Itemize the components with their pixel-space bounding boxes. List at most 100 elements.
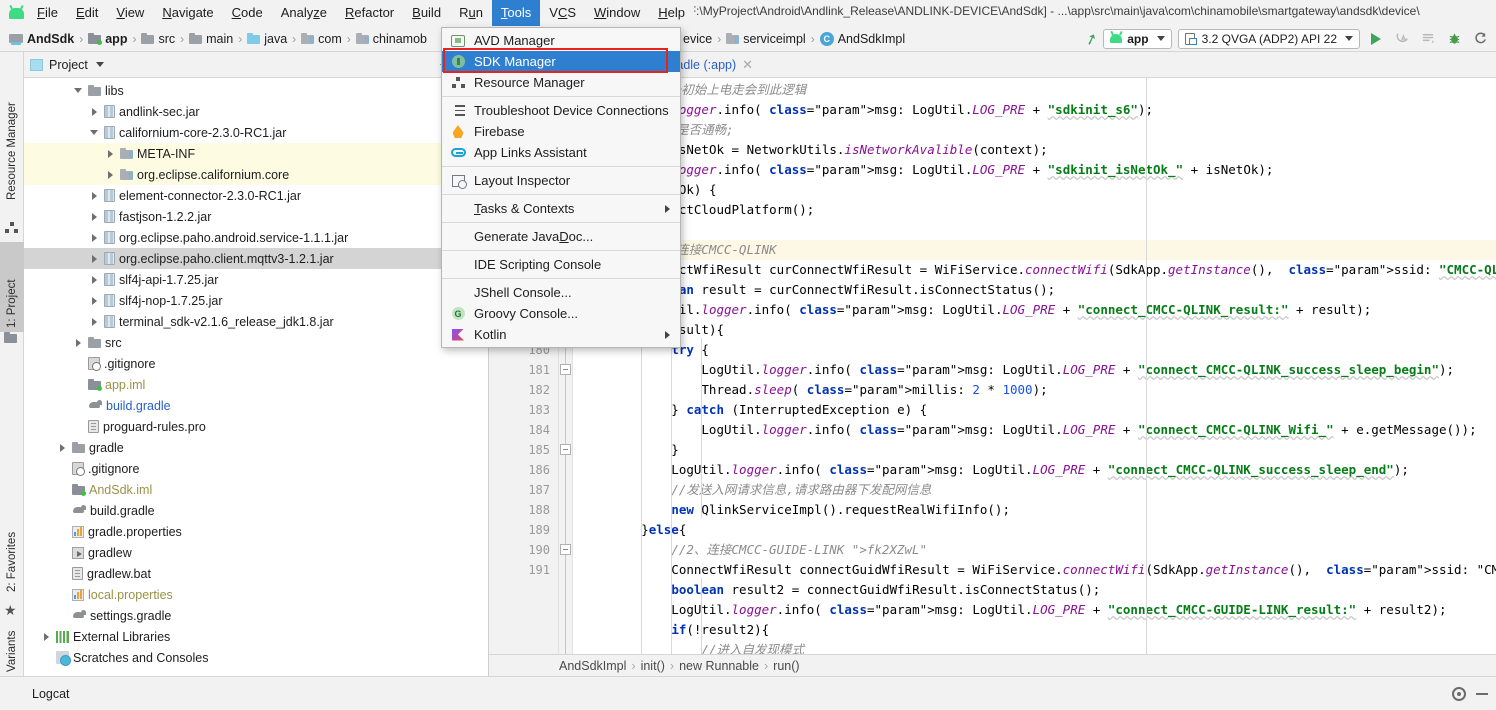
- tree-twisty[interactable]: [88, 106, 100, 118]
- debug-button[interactable]: [1444, 29, 1464, 49]
- breadcrumb-chinamobile[interactable]: chinamob: [353, 32, 430, 46]
- breadcrumb-item-run[interactable]: run(): [773, 659, 799, 673]
- tree-node-gradlew[interactable]: gradlew: [24, 542, 488, 563]
- breadcrumb-andsdkimpl[interactable]: C AndSdkImpl: [817, 31, 908, 46]
- menu-file[interactable]: FFileile: [28, 0, 67, 26]
- breadcrumb-main[interactable]: main: [186, 32, 236, 46]
- tree-node-org-eclipse-paho-client-mqttv3-1-2-1-jar[interactable]: org.eclipse.paho.client.mqttv3-1.2.1.jar: [24, 248, 488, 269]
- minimize-icon[interactable]: [1476, 692, 1488, 695]
- menu-item-kotlin[interactable]: Kotlin: [442, 324, 680, 345]
- menu-refactor[interactable]: Refactor: [336, 0, 403, 26]
- tree-twisty[interactable]: [72, 85, 84, 97]
- menu-item-sdk-manager[interactable]: SDK Manager: [442, 51, 680, 72]
- tree-node-gitignore[interactable]: .gitignore: [24, 353, 488, 374]
- menu-item-resource-manager[interactable]: Resource Manager: [442, 72, 680, 93]
- tree-node-src[interactable]: src: [24, 332, 488, 353]
- tree-twisty[interactable]: [88, 295, 100, 307]
- tree-node-proguard-rules-pro[interactable]: proguard-rules.pro: [24, 416, 488, 437]
- menu-item-app-links-assistant[interactable]: App Links Assistant: [442, 142, 680, 163]
- tree-node-slf4j-nop-1-7-25-jar[interactable]: slf4j-nop-1.7.25.jar: [24, 290, 488, 311]
- menu-item-generate-javadoc[interactable]: Generate JavaDoc...: [442, 226, 680, 247]
- tree-node-gitignore[interactable]: .gitignore: [24, 458, 488, 479]
- menu-item-tasks-contexts[interactable]: Tasks & Contexts: [442, 198, 680, 219]
- tree-node-org-eclipse-californium-core[interactable]: org.eclipse.californium.core: [24, 164, 488, 185]
- tree-twisty[interactable]: [104, 148, 116, 160]
- breadcrumb-com[interactable]: com: [298, 32, 345, 46]
- tree-node-element-connector-2-3-0-rc1-jar[interactable]: element-connector-2.3.0-RC1.jar: [24, 185, 488, 206]
- tree-twisty[interactable]: [40, 631, 52, 643]
- tree-twisty[interactable]: [88, 211, 100, 223]
- tree-node-gradlew-bat[interactable]: gradlew.bat: [24, 563, 488, 584]
- menu-analyze[interactable]: Analyze: [272, 0, 336, 26]
- breadcrumb-device[interactable]: evice: [680, 32, 715, 46]
- tools-menu-popup[interactable]: AVD Manager SDK Manager Resource Manager Tr…: [441, 27, 681, 348]
- source-code[interactable]: } else {//设备初始上电走会到此逻辑 LogUtil.logger.in…: [573, 78, 1496, 676]
- fold-marker[interactable]: [560, 544, 571, 555]
- breadcrumb-andsdk[interactable]: AndSdk: [6, 32, 77, 46]
- attach-debugger-button[interactable]: [1392, 29, 1412, 49]
- menu-view[interactable]: View: [107, 0, 153, 26]
- tree-node-settings-gradle[interactable]: settings.gradle: [24, 605, 488, 626]
- tree-twisty[interactable]: [88, 253, 100, 265]
- chevron-down-icon[interactable]: [95, 62, 104, 67]
- breadcrumb-item-init[interactable]: init(): [641, 659, 665, 673]
- breadcrumb-app[interactable]: app: [85, 32, 130, 46]
- tree-node-gradle-properties[interactable]: gradle.properties: [24, 521, 488, 542]
- menu-edit[interactable]: Edit: [67, 0, 107, 26]
- project-tree[interactable]: libs andlink-sec.jar californium-core-2.3.…: [24, 78, 488, 676]
- breadcrumb-item-class[interactable]: AndSdkImpl: [559, 659, 626, 673]
- device-selector[interactable]: 3.2 QVGA (ADP2) API 22: [1177, 28, 1360, 49]
- tree-twisty[interactable]: [88, 127, 100, 139]
- run-configuration-selector[interactable]: app: [1103, 28, 1172, 49]
- tool-tab-variants[interactable]: Variants: [0, 621, 24, 676]
- tree-node-build-gradle[interactable]: build.gradle: [24, 500, 488, 521]
- logcat-button[interactable]: [1418, 29, 1438, 49]
- menu-navigate[interactable]: Navigate: [153, 0, 222, 26]
- tool-tab-favorites[interactable]: 2: Favorites: [0, 501, 24, 596]
- tree-node-org-eclipse-paho-android-service-1-1-1-jar[interactable]: org.eclipse.paho.android.service-1.1.1.j…: [24, 227, 488, 248]
- menu-vcs[interactable]: VCS: [540, 0, 585, 26]
- breadcrumb-src[interactable]: src: [138, 32, 178, 46]
- logcat-tool-button[interactable]: Logcat: [32, 687, 70, 701]
- tree-node-fastjson-1-2-2-jar[interactable]: fastjson-1.2.2.jar: [24, 206, 488, 227]
- menu-window[interactable]: Window: [585, 0, 649, 26]
- close-icon[interactable]: ✕: [742, 57, 753, 73]
- fold-marker[interactable]: [560, 364, 571, 375]
- tree-node-meta-inf[interactable]: META-INF: [24, 143, 488, 164]
- menu-item-jshell-console[interactable]: JShell Console...: [442, 282, 680, 303]
- breadcrumb-item-runnable[interactable]: new Runnable: [679, 659, 759, 673]
- rerun-button[interactable]: [1470, 29, 1490, 49]
- menu-item-avd-manager[interactable]: AVD Manager: [442, 30, 680, 51]
- tree-twisty[interactable]: [88, 316, 100, 328]
- tree-twisty[interactable]: [88, 190, 100, 202]
- tree-node-app-iml[interactable]: app.iml: [24, 374, 488, 395]
- menu-item-troubleshoot-device-connections[interactable]: Troubleshoot Device Connections: [442, 100, 680, 121]
- breadcrumb-java[interactable]: java: [244, 32, 290, 46]
- menu-code[interactable]: Code: [223, 0, 272, 26]
- tree-twisty[interactable]: [88, 274, 100, 286]
- tree-twisty[interactable]: [72, 337, 84, 349]
- menu-help[interactable]: Help: [649, 0, 694, 26]
- menu-item-layout-inspector[interactable]: Layout Inspector: [442, 170, 680, 191]
- tree-twisty[interactable]: [88, 232, 100, 244]
- tree-node-gradle[interactable]: gradle: [24, 437, 488, 458]
- breadcrumb-serviceimpl[interactable]: serviceimpl: [723, 32, 809, 46]
- fold-marker[interactable]: [560, 444, 571, 455]
- tree-node-californium-core-2-3-0-rc1-jar[interactable]: californium-core-2.3.0-RC1.jar: [24, 122, 488, 143]
- tree-node-andlink-sec-jar[interactable]: andlink-sec.jar: [24, 101, 488, 122]
- tree-node-andsdk-iml[interactable]: AndSdk.iml: [24, 479, 488, 500]
- menu-run[interactable]: Run: [450, 0, 492, 26]
- menu-item-firebase[interactable]: Firebase: [442, 121, 680, 142]
- tree-node-libs[interactable]: libs: [24, 80, 488, 101]
- tool-tab-resource-manager[interactable]: Resource Manager: [0, 54, 24, 204]
- tree-node-local-properties[interactable]: local.properties: [24, 584, 488, 605]
- menu-build[interactable]: Build: [403, 0, 450, 26]
- tool-tab-project[interactable]: 1: Project: [0, 242, 24, 332]
- menu-item-ide-scripting-console[interactable]: IDE Scripting Console: [442, 254, 680, 275]
- menu-item-groovy-console[interactable]: G Groovy Console...: [442, 303, 680, 324]
- tree-node-slf4j-api-1-7-25-jar[interactable]: slf4j-api-1.7.25.jar: [24, 269, 488, 290]
- tree-node-build-gradle[interactable]: build.gradle: [24, 395, 488, 416]
- tree-node-external-libraries[interactable]: External Libraries: [24, 626, 488, 647]
- tree-node-terminal-sdk-v2-1-6-release-jdk1-8-jar[interactable]: terminal_sdk-v2.1.6_release_jdk1.8.jar: [24, 311, 488, 332]
- gear-icon[interactable]: [1452, 686, 1466, 701]
